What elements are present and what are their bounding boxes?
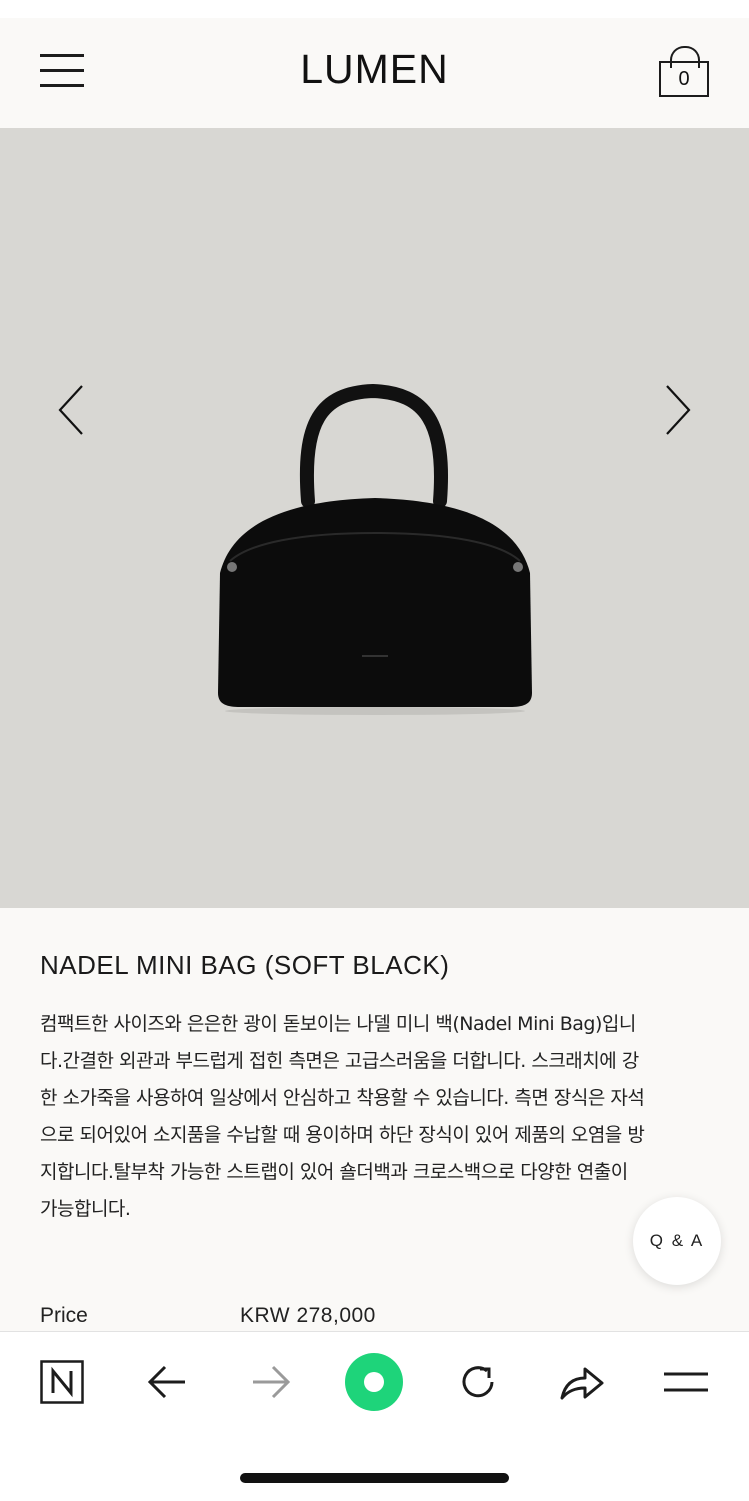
browser-toolbar (0, 1331, 749, 1501)
price-value: KRW 278,000 (240, 1304, 376, 1327)
carousel-prev-chevron-icon[interactable] (52, 383, 92, 437)
site-logo[interactable]: LUMEN (0, 46, 749, 93)
site-header: LUMEN 0 (0, 18, 749, 128)
carousel-next-chevron-icon[interactable] (657, 383, 697, 437)
forward-arrow-icon[interactable] (241, 1352, 301, 1412)
cart-button[interactable]: 0 (658, 46, 710, 98)
qa-floating-button[interactable]: Q & A (633, 1197, 721, 1285)
naver-n-icon[interactable] (32, 1352, 92, 1412)
back-arrow-icon[interactable] (137, 1352, 197, 1412)
description-line: 지합니다.탈부착 가능한 스트랩이 있어 숄더백과 크로스백으로 다양한 연출이 (40, 1161, 628, 1183)
price-label: Price (40, 1304, 88, 1327)
home-indicator (240, 1473, 509, 1483)
green-dot-icon[interactable] (344, 1352, 404, 1412)
cart-count: 0 (659, 61, 709, 97)
description-line: 으로 되어있어 소지품을 수납할 때 용이하며 하단 장식이 있어 제품의 오염… (40, 1124, 645, 1146)
product-title: NADEL MINI BAG (SOFT BLACK) (40, 950, 450, 980)
product-description: 컴팩트한 사이즈와 은은한 광이 돋보이는 나델 미니 백(Nadel Mini… (40, 1006, 712, 1228)
menu-icon[interactable] (656, 1352, 716, 1412)
description-line: 가능합니다. (40, 1198, 131, 1220)
product-image-carousel[interactable] (0, 128, 749, 908)
product-image-bag (218, 383, 532, 715)
description-line: 다.간결한 외관과 부드럽게 접힌 측면은 고급스러움을 더합니다. 스크래치에… (40, 1050, 639, 1072)
reload-icon[interactable] (448, 1352, 508, 1412)
description-line: 컴팩트한 사이즈와 은은한 광이 돋보이는 나델 미니 백(Nadel Mini… (40, 1013, 636, 1035)
share-icon[interactable] (552, 1352, 612, 1412)
status-bar (0, 0, 749, 19)
description-line: 한 소가죽을 사용하여 일상에서 안심하고 착용할 수 있습니다. 측면 장식은… (40, 1087, 645, 1109)
